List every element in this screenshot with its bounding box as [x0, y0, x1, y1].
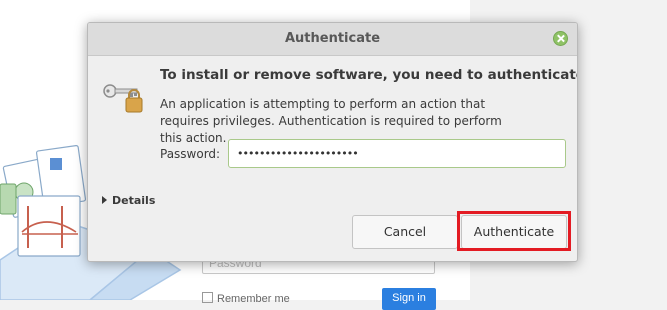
password-label: Password: [160, 147, 221, 161]
details-expander[interactable]: Details [102, 194, 155, 207]
authenticate-dialog: Authenticate To install or remove softwa… [87, 22, 578, 262]
close-icon[interactable] [553, 31, 568, 46]
password-input[interactable] [228, 139, 566, 168]
dialog-heading: To install or remove software, you need … [160, 67, 578, 83]
details-label: Details [112, 194, 156, 207]
key-lock-icon [103, 84, 143, 113]
dialog-titlebar: Authenticate [88, 23, 577, 56]
background-signin-button: Sign in [382, 288, 436, 310]
dialog-title: Authenticate [284, 31, 381, 46]
cancel-button[interactable]: Cancel [352, 215, 458, 249]
triangle-right-icon [102, 196, 107, 204]
authenticate-button[interactable]: Authenticate [461, 215, 567, 249]
remember-label: Remember me [217, 293, 290, 305]
remember-checkbox [202, 292, 213, 303]
background-remember-me: Remember me [202, 292, 290, 305]
